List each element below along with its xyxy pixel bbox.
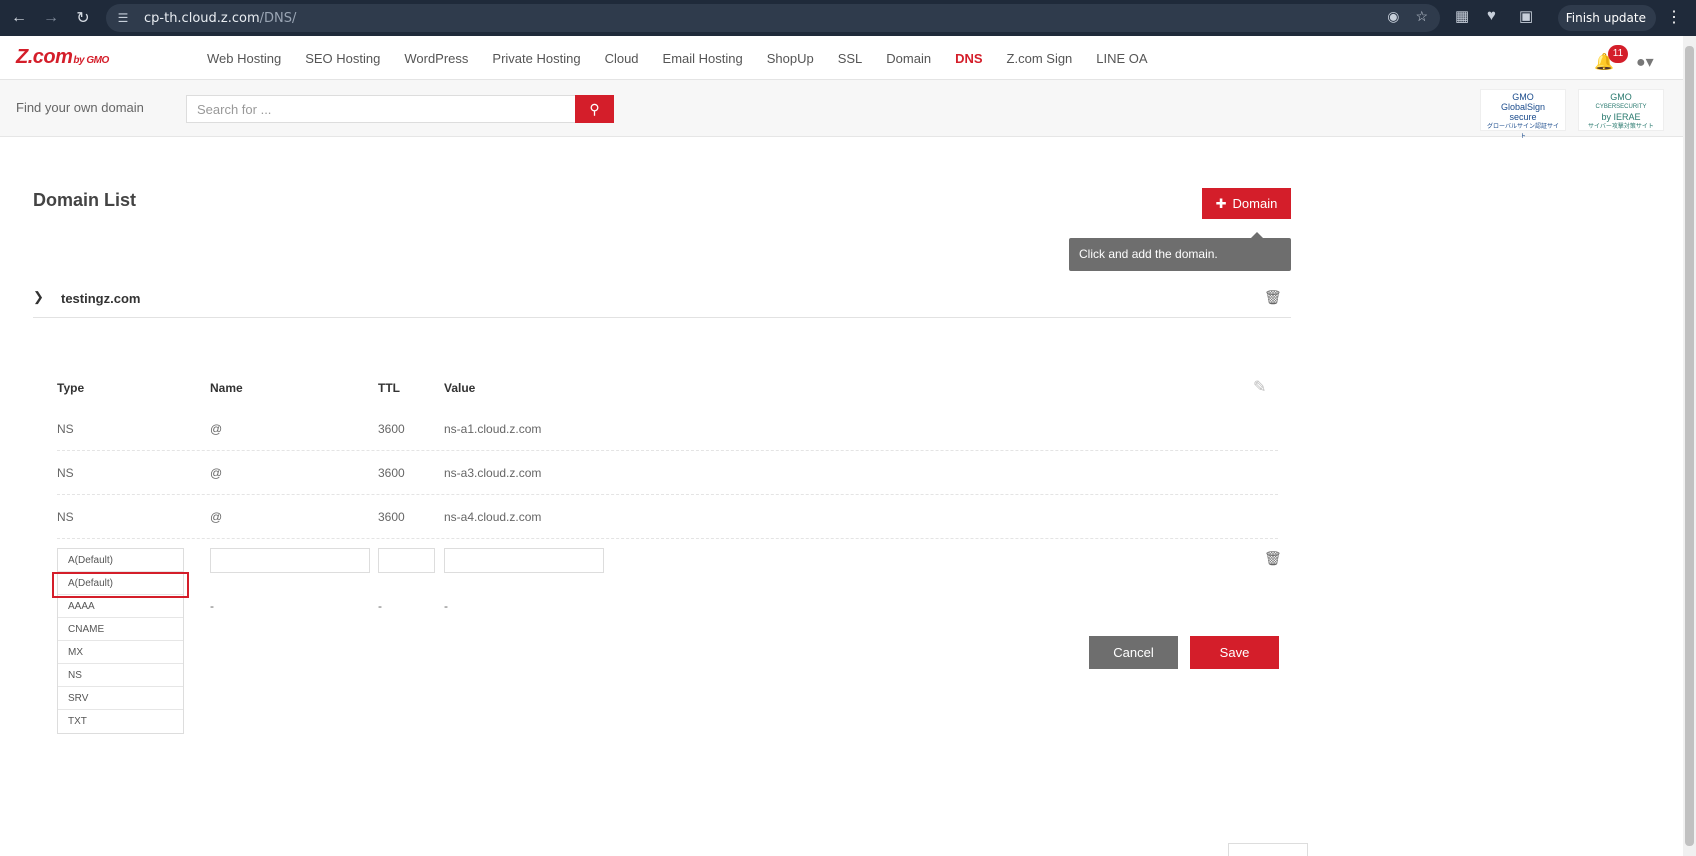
edit-pencil-icon[interactable]: ✎ [1253,377,1266,397]
nav-line-oa[interactable]: LINE OA [1096,51,1147,66]
delete-domain-icon[interactable]: 🗑 [1264,289,1282,306]
page-scrollbar[interactable] [1683,36,1696,856]
type-option-txt[interactable]: TXT [58,710,183,733]
save-button[interactable]: Save [1190,636,1279,669]
puzzle-icon[interactable]: ▣ [1519,7,1533,25]
scrollbar-thumb[interactable] [1685,46,1694,846]
search-button[interactable]: ⚲ [575,95,614,123]
forward-icon[interactable]: → [38,5,64,31]
cancel-button[interactable]: Cancel [1089,636,1178,669]
column-value: Value [444,381,476,395]
column-ttl: TTL [378,381,400,395]
domain-search-input[interactable] [186,95,576,123]
type-option-mx[interactable]: MX [58,641,183,664]
type-option-selected[interactable]: A(Default) [58,549,183,572]
type-option-cname[interactable]: CNAME [58,618,183,641]
notification-badge: 11 [1608,45,1628,63]
eye-off-icon[interactable]: ◉ [1387,8,1399,25]
nav-domain[interactable]: Domain [886,51,931,66]
site-header: Z.comby GMO Web Hosting SEO Hosting Word… [0,36,1683,80]
top-nav: Web Hosting SEO Hosting WordPress Privat… [207,36,1172,80]
nav-dns[interactable]: DNS [955,51,982,66]
page-title: Domain List [33,190,137,210]
delete-record-icon[interactable]: 🗑 [1264,550,1282,567]
nav-ssl[interactable]: SSL [838,51,863,66]
url-text[interactable]: cp-th.cloud.z.com/DNS/ [144,11,296,26]
type-option-ns[interactable]: NS [58,664,183,687]
type-option-a[interactable]: A(Default) [58,572,183,595]
record-name-input[interactable] [210,548,370,573]
column-type: Type [57,381,85,395]
placeholder-dash: - [210,599,214,613]
placeholder-dash: - [444,599,448,613]
nav-shopup[interactable]: ShopUp [767,51,814,66]
reload-icon[interactable]: ↻ [70,5,96,31]
globalsign-badge[interactable]: GMO GlobalSign secure グローバルサイン認証サイト [1480,89,1566,140]
nav-seo-hosting[interactable]: SEO Hosting [305,51,380,66]
domain-search-band: Find your own domain ⚲ GMO GlobalSign se… [0,80,1683,140]
back-icon[interactable]: ← [6,5,32,31]
nav-private-hosting[interactable]: Private Hosting [492,51,580,66]
domain-name: testingz.com [61,291,141,306]
record-row: NS @ 3600 ns-a3.cloud.z.com [57,451,1278,495]
browser-toolbar: ← → ↻ ☰ cp-th.cloud.z.com/DNS/ ◉ ☆ ▦ ♥ ▣… [0,0,1696,36]
pagination-box[interactable] [1228,843,1308,856]
extension-icon[interactable]: ♥ [1487,7,1496,24]
column-name: Name [210,381,243,395]
search-icon: ⚲ [589,100,600,117]
type-option-aaaa[interactable]: AAAA [58,595,183,618]
domain-accordion-header[interactable]: ❯ testingz.com [33,289,1291,318]
record-row: NS @ 3600 ns-a1.cloud.z.com [57,407,1278,451]
finish-update-button[interactable]: Finish update [1557,5,1656,31]
type-option-srv[interactable]: SRV [58,687,183,710]
record-type-dropdown[interactable]: A(Default) A(Default) AAAA CNAME MX NS S… [57,548,184,734]
zcom-logo[interactable]: Z.comby GMO [16,46,109,69]
translate-icon[interactable]: ▦ [1455,7,1469,25]
nav-zcom-sign[interactable]: Z.com Sign [1007,51,1073,66]
nav-cloud[interactable]: Cloud [605,51,639,66]
nav-wordpress[interactable]: WordPress [404,51,468,66]
nav-email-hosting[interactable]: Email Hosting [663,51,743,66]
search-label: Find your own domain [16,100,144,115]
record-value-input[interactable] [444,548,604,573]
address-bar[interactable]: ☰ cp-th.cloud.z.com/DNS/ ◉ ☆ [106,4,1440,32]
site-settings-icon[interactable]: ☰ [114,9,132,27]
record-ttl-input[interactable] [378,548,435,573]
chevron-down-icon[interactable]: ❯ [33,289,44,305]
record-row: NS @ 3600 ns-a4.cloud.z.com [57,495,1278,539]
ierae-badge[interactable]: GMO CYBERSECURITY by IERAE サイバー攻撃対策サイト [1578,89,1664,131]
plus-icon: ✚ [1215,195,1227,211]
bookmark-star-icon[interactable]: ☆ [1415,8,1428,25]
more-menu-icon[interactable]: ⋮ [1666,7,1682,27]
add-domain-tooltip: Click and add the domain. [1069,232,1291,271]
add-domain-button[interactable]: ✚ Domain [1202,188,1291,219]
nav-web-hosting[interactable]: Web Hosting [207,51,281,66]
user-menu-icon[interactable]: ●▾ [1636,52,1654,72]
placeholder-dash: - [378,599,382,613]
